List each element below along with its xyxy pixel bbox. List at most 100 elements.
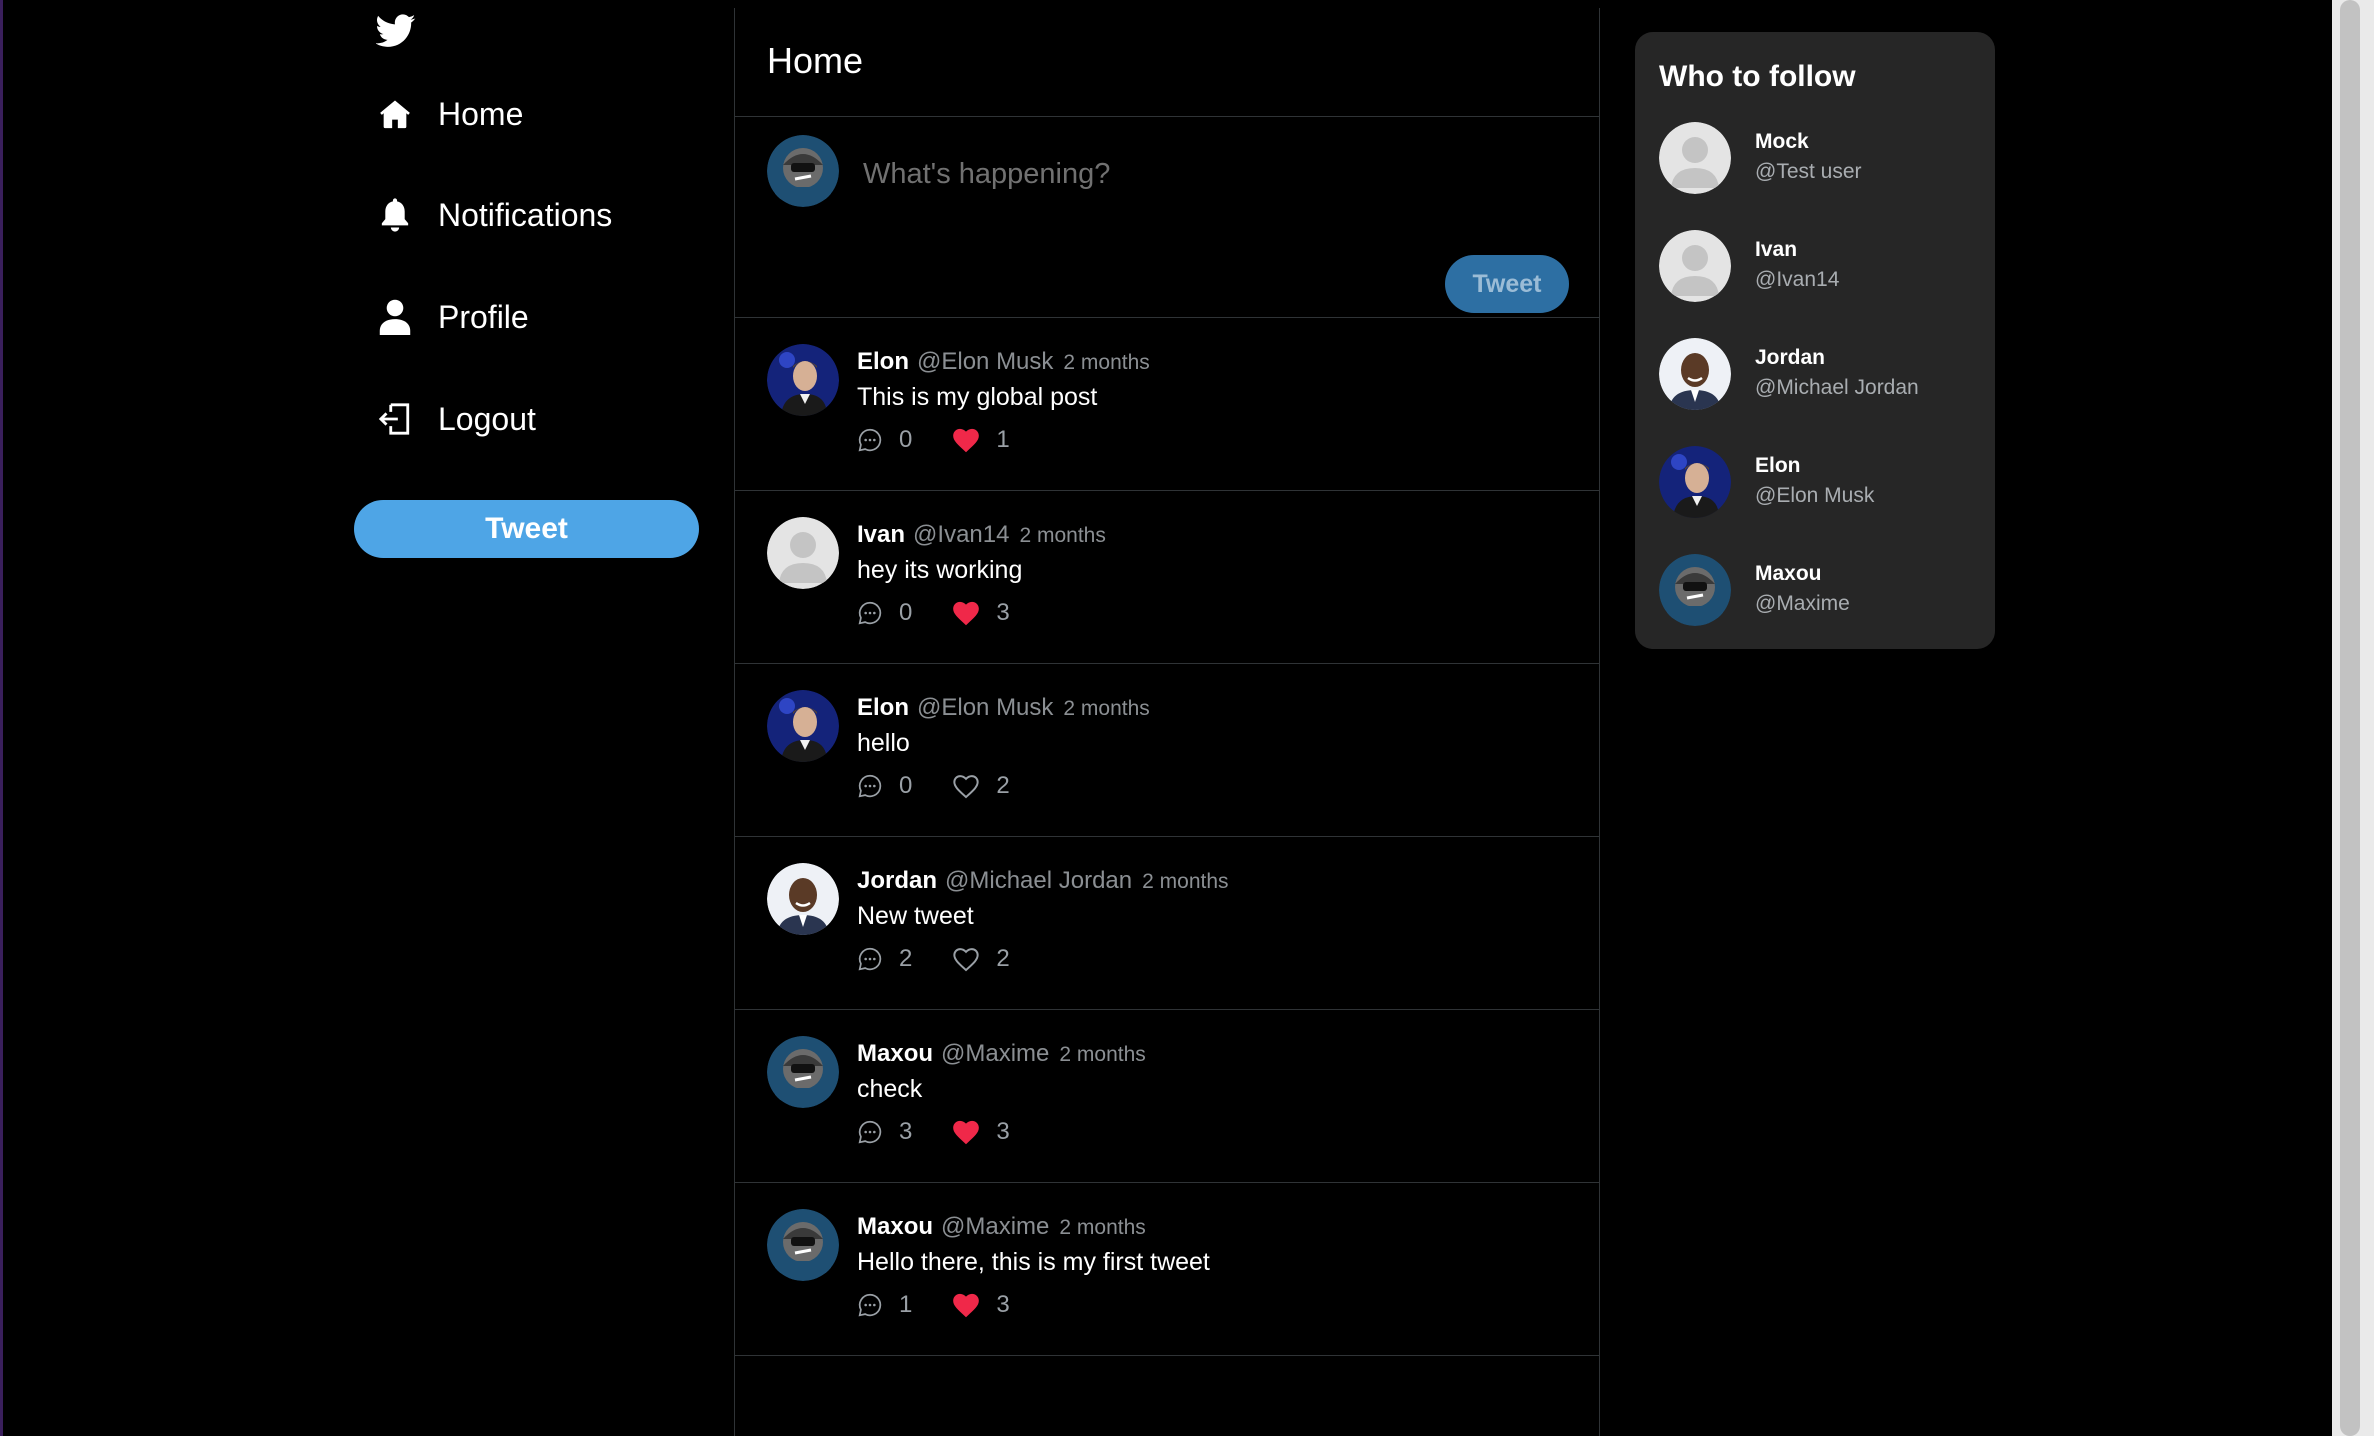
scrollbar-thumb[interactable] — [2340, 0, 2360, 1436]
tweet-author-name[interactable]: Maxou — [857, 1213, 933, 1240]
avatar[interactable] — [767, 690, 839, 762]
suggestion-name: Ivan — [1755, 238, 1798, 261]
comment-count: 3 — [899, 1118, 913, 1145]
comment-button[interactable]: 0 — [857, 426, 912, 454]
like-button[interactable]: 3 — [952, 1291, 1010, 1319]
tweet-author-handle[interactable]: @Maxime — [941, 1213, 1049, 1240]
tweet-actions: 0 1 — [857, 426, 1010, 454]
like-button[interactable]: 3 — [952, 1118, 1010, 1146]
suggestion-name: Mock — [1755, 130, 1809, 153]
tweet-author-name[interactable]: Jordan — [857, 867, 937, 894]
nav-logout[interactable]: Logout — [376, 393, 536, 445]
nav-home[interactable]: Home — [376, 88, 523, 140]
follow-suggestion[interactable]: Maxou @Maxime — [1659, 554, 1979, 628]
nav-notifications[interactable]: Notifications — [376, 189, 612, 241]
who-to-follow-panel: Who to follow Mock @Test user Ivan @Ivan… — [1635, 32, 1995, 649]
tweet-author-handle[interactable]: @Elon Musk — [917, 348, 1053, 375]
tweet-item[interactable]: Maxou @Maxime 2 months Hello there, this i… — [735, 1183, 1599, 1356]
tweet-actions: 3 3 — [857, 1118, 1010, 1146]
nav-profile[interactable]: Profile — [376, 291, 529, 343]
tweet-item[interactable]: Ivan @Ivan14 2 months hey its working 0 3 — [735, 491, 1599, 664]
avatar[interactable] — [767, 1036, 839, 1108]
tweet-timestamp: 2 months — [1059, 1216, 1146, 1239]
tweet-author-name[interactable]: Elon — [857, 694, 909, 721]
comment-button[interactable]: 1 — [857, 1291, 912, 1319]
suggestion-handle: @Elon Musk — [1755, 484, 1875, 507]
tweet-text: hey its working — [857, 556, 1023, 584]
heart-filled-icon — [953, 428, 980, 453]
avatar[interactable] — [767, 863, 839, 935]
comment-count: 0 — [899, 772, 913, 799]
user-icon — [376, 298, 414, 336]
tweet-author-handle[interactable]: @Elon Musk — [917, 694, 1053, 721]
tweet-author-handle[interactable]: @Ivan14 — [913, 521, 1009, 548]
like-button[interactable]: 2 — [952, 945, 1010, 973]
composer-tweet-button[interactable]: Tweet — [1445, 255, 1569, 313]
window-edge — [0, 0, 3, 1436]
tweet-header: Maxou @Maxime 2 months — [857, 1040, 1146, 1068]
tweet-timestamp: 2 months — [1063, 697, 1150, 720]
tweet-header: Jordan @Michael Jordan 2 months — [857, 867, 1229, 895]
composer-input[interactable] — [861, 153, 1545, 195]
comment-icon — [858, 1293, 882, 1317]
follow-suggestion[interactable]: Mock @Test user — [1659, 122, 1979, 196]
avatar[interactable] — [767, 1209, 839, 1281]
tweet-item[interactable]: Maxou @Maxime 2 months check 3 3 — [735, 1010, 1599, 1183]
comment-button[interactable]: 2 — [857, 945, 912, 973]
twitter-logo-icon[interactable] — [375, 14, 416, 50]
comment-button[interactable]: 0 — [857, 599, 912, 627]
avatar[interactable] — [1659, 554, 1731, 626]
follow-suggestion[interactable]: Elon @Elon Musk — [1659, 446, 1979, 520]
tweet-author-name[interactable]: Elon — [857, 348, 909, 375]
tweet-author-name[interactable]: Maxou — [857, 1040, 933, 1067]
nav-profile-label: Profile — [438, 298, 529, 335]
tweet-actions: 1 3 — [857, 1291, 1010, 1319]
heart-outline-icon — [953, 948, 980, 972]
tweet-author-handle[interactable]: @Michael Jordan — [945, 867, 1132, 894]
avatar[interactable] — [1659, 338, 1731, 410]
like-count: 2 — [996, 772, 1010, 799]
avatar[interactable] — [1659, 230, 1731, 302]
comment-icon — [858, 947, 882, 971]
tweet-item[interactable]: Jordan @Michael Jordan 2 months New tweet … — [735, 837, 1599, 1010]
tweet-author-name[interactable]: Ivan — [857, 521, 905, 548]
tweet-timestamp: 2 months — [1059, 1043, 1146, 1066]
tweet-text: New tweet — [857, 902, 974, 930]
follow-suggestion[interactable]: Jordan @Michael Jordan — [1659, 338, 1979, 412]
tweet-header: Maxou @Maxime 2 months — [857, 1213, 1146, 1241]
comment-count: 0 — [899, 599, 913, 626]
feed-column: Home Tweet Elon @Elon Musk 2 months This i… — [734, 8, 1600, 1436]
comment-button[interactable]: 3 — [857, 1118, 912, 1146]
composer-avatar[interactable] — [767, 135, 839, 207]
like-button[interactable]: 1 — [952, 426, 1010, 454]
comment-button[interactable]: 0 — [857, 772, 912, 800]
heart-filled-icon — [953, 1293, 980, 1318]
avatar[interactable] — [1659, 446, 1731, 518]
tweet-item[interactable]: Elon @Elon Musk 2 months hello 0 2 — [735, 664, 1599, 837]
suggestion-name: Elon — [1755, 454, 1801, 477]
avatar[interactable] — [767, 517, 839, 589]
suggestion-name: Maxou — [1755, 562, 1822, 585]
tweet-text: Hello there, this is my first tweet — [857, 1248, 1210, 1276]
like-count: 3 — [996, 1291, 1010, 1318]
like-count: 2 — [996, 945, 1010, 972]
home-icon — [376, 95, 414, 133]
like-button[interactable]: 2 — [952, 772, 1010, 800]
comment-count: 0 — [899, 426, 913, 453]
like-button[interactable]: 3 — [952, 599, 1010, 627]
tweet-header: Elon @Elon Musk 2 months — [857, 694, 1150, 722]
heart-outline-icon — [953, 775, 980, 799]
tweet-text: hello — [857, 729, 910, 757]
tweet-actions: 0 3 — [857, 599, 1010, 627]
follow-suggestion[interactable]: Ivan @Ivan14 — [1659, 230, 1979, 304]
tweet-header: Ivan @Ivan14 2 months — [857, 521, 1106, 549]
avatar[interactable] — [767, 344, 839, 416]
nav-logout-label: Logout — [438, 400, 536, 437]
tweet-item[interactable]: Elon @Elon Musk 2 months This is my global… — [735, 318, 1599, 491]
avatar[interactable] — [1659, 122, 1731, 194]
tweet-actions: 0 2 — [857, 772, 1010, 800]
heart-filled-icon — [953, 1120, 980, 1145]
suggestion-handle: @Test user — [1755, 160, 1862, 183]
tweet-author-handle[interactable]: @Maxime — [941, 1040, 1049, 1067]
sidebar-tweet-button[interactable]: Tweet — [354, 500, 699, 558]
